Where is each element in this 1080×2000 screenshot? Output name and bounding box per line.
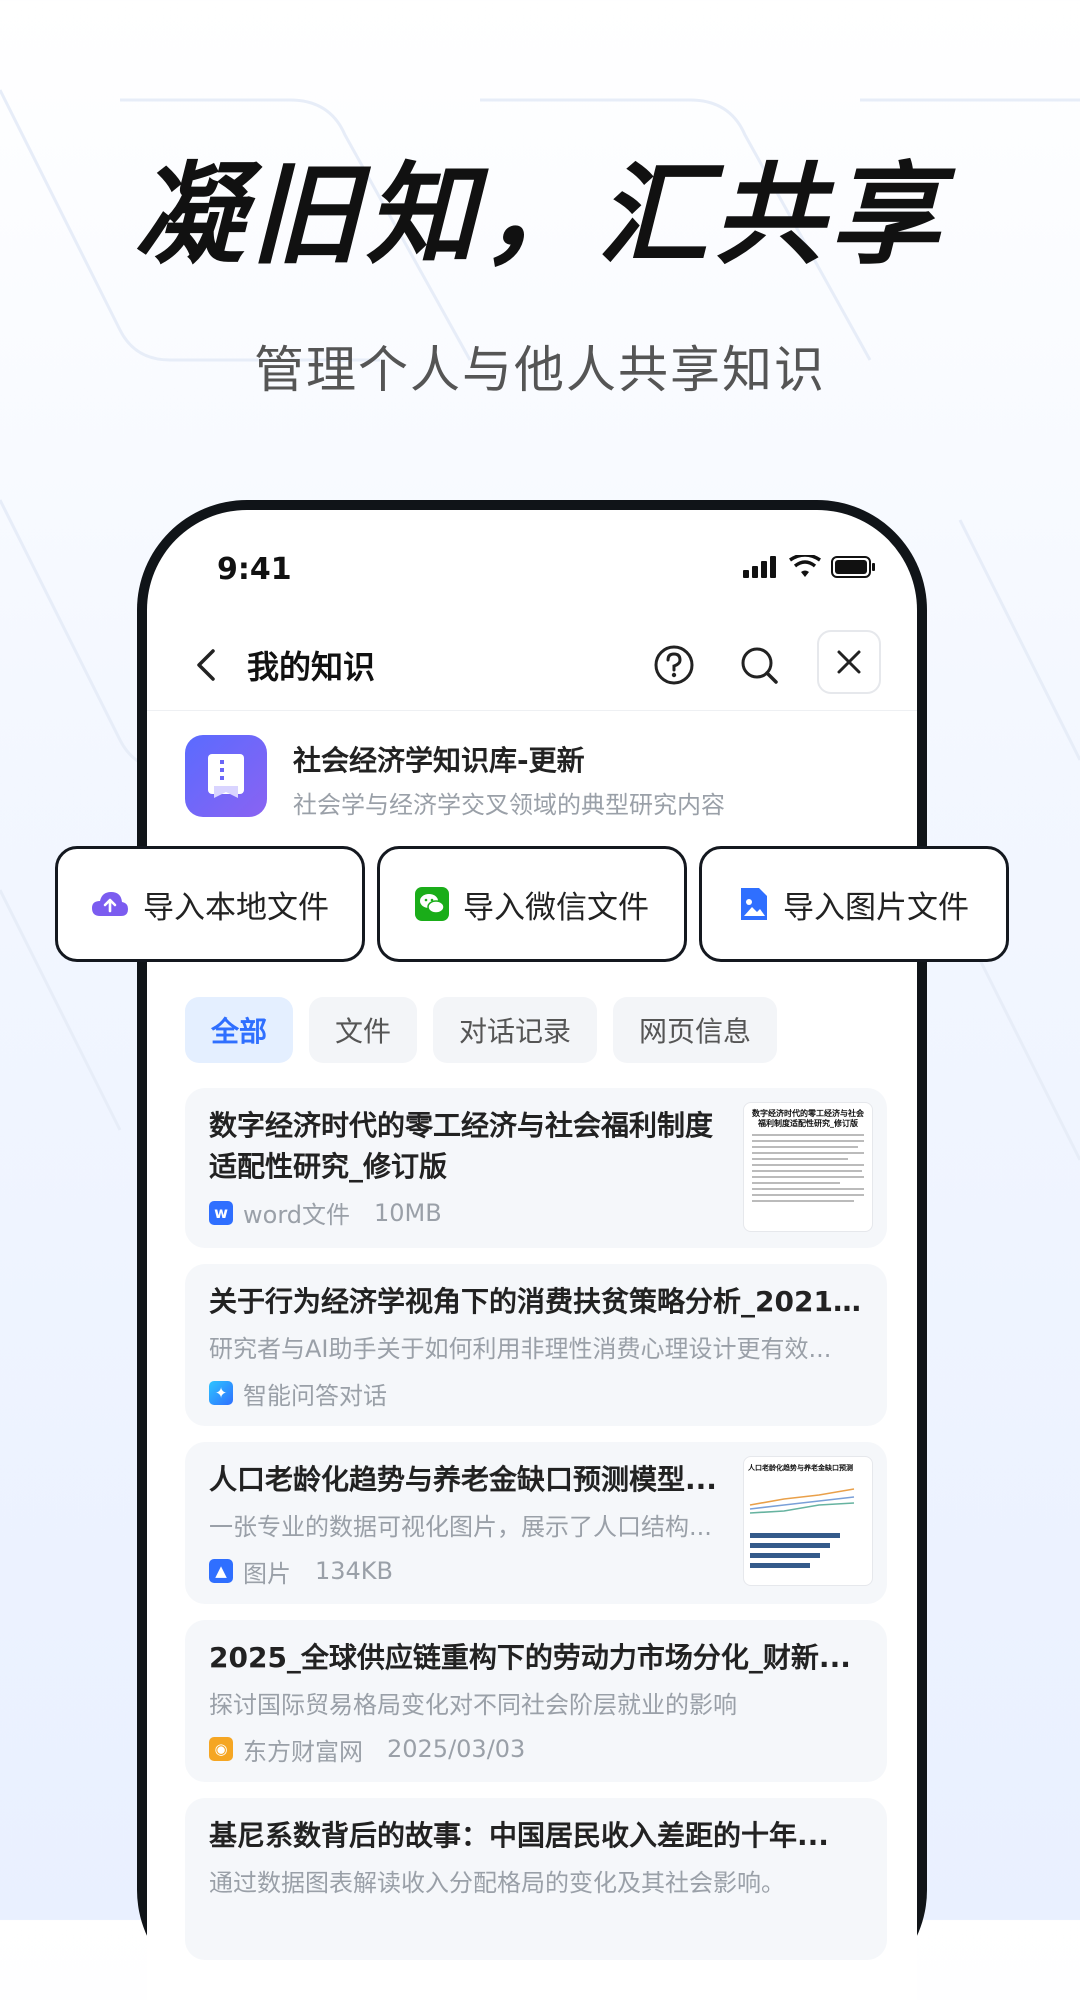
phone-frame: 9:41 我的知识 社会经济学知识库-更新 社会学与经济学交叉领域的典型研究内容… [137, 500, 927, 2000]
thumbnail-title: 人口老龄化趋势与养老金缺口预测 [748, 1464, 853, 1472]
status-time: 9:41 [217, 552, 292, 587]
status-icons [743, 555, 877, 579]
item-title: 数字经济时代的零工经济与社会福利制度适配性研究_修订版 [209, 1109, 714, 1183]
headline: 凝旧知，汇共享 [134, 151, 946, 279]
item-description: 通过数据图表解读收入分配格局的变化及其社会影响。 [209, 1868, 785, 1897]
close-icon [837, 650, 861, 674]
filter-all[interactable]: 全部 [185, 997, 294, 1063]
thumbnail-title: 数字经济时代的零工经济与社会福利制度适配性研究_修订版 [752, 1109, 864, 1128]
item-description: 一张专业的数据可视化图片，展示了人口结构... [209, 1512, 712, 1541]
back-icon[interactable] [187, 645, 227, 685]
battery-icon [831, 556, 875, 578]
word-file-icon: w [209, 1200, 233, 1225]
item-type: word文件 [243, 1201, 350, 1230]
news-source-icon: ◉ [209, 1737, 233, 1762]
thumbnail-text-lines [752, 1134, 864, 1203]
item-type: 智能问答对话 [243, 1381, 387, 1410]
filter-tabs: 全部 文件 对话记录 网页信息 [185, 997, 778, 1063]
item-title: 关于行为经济学视角下的消费扶贫策略分析_2021... [209, 1285, 863, 1318]
item-meta: ◉ 东方财富网 2025/03/03 [209, 1732, 863, 1767]
import-image-file-button[interactable]: 导入图片文件 [699, 846, 1009, 962]
filter-chat-records[interactable]: 对话记录 [433, 997, 598, 1063]
book-icon [185, 735, 267, 817]
search-icon[interactable] [737, 643, 781, 687]
item-description: 研究者与AI助手关于如何利用非理性消费心理设计更有效... [209, 1334, 832, 1363]
list-item[interactable]: 关于行为经济学视角下的消费扶贫策略分析_2021... 研究者与AI助手关于如何… [185, 1264, 887, 1426]
document-thumbnail: 数字经济时代的零工经济与社会福利制度适配性研究_修订版 [743, 1102, 873, 1232]
help-icon[interactable] [652, 643, 696, 687]
image-icon: ▲ [209, 1559, 233, 1584]
cloud-upload-icon [92, 892, 128, 916]
item-source: 东方财富网 [243, 1737, 363, 1766]
knowledge-base-title: 社会经济学知识库-更新 [293, 744, 585, 777]
item-title: 2025_全球供应链重构下的劳动力市场分化_财新... [209, 1641, 851, 1674]
list-item[interactable]: 基尼系数背后的故事：中国居民收入差距的十年... 通过数据图表解读收入分配格局的… [185, 1798, 887, 1960]
status-bar: 9:41 [147, 510, 917, 620]
filter-web-info[interactable]: 网页信息 [613, 997, 778, 1063]
list-item[interactable]: 2025_全球供应链重构下的劳动力市场分化_财新... 探讨国际贸易格局变化对不… [185, 1620, 887, 1782]
list-item[interactable]: 人口老龄化趋势与养老金缺口预测模型... 一张专业的数据可视化图片，展示了人口结… [185, 1442, 887, 1604]
knowledge-list: 数字经济时代的零工经济与社会福利制度适配性研究_修订版 w word文件 10M… [185, 1088, 887, 1976]
phone-screen: 9:41 我的知识 社会经济学知识库-更新 社会学与经济学交叉领域的典型研究内容… [147, 510, 917, 2000]
knowledge-base-header[interactable]: 社会经济学知识库-更新 社会学与经济学交叉领域的典型研究内容 [185, 735, 887, 825]
wechat-icon [415, 887, 449, 921]
import-buttons: 导入本地文件 导入微信文件 导入图片文件 [55, 846, 1009, 962]
item-meta: ✦ 智能问答对话 [209, 1376, 863, 1411]
item-size: 10MB [374, 1198, 442, 1227]
page-title: 我的知识 [247, 648, 376, 686]
import-local-file-button[interactable]: 导入本地文件 [55, 846, 365, 962]
item-size: 134KB [315, 1557, 394, 1586]
image-file-icon [741, 888, 767, 920]
item-date: 2025/03/03 [387, 1735, 526, 1764]
close-button[interactable] [817, 630, 881, 694]
import-image-file-label: 导入图片文件 [783, 889, 969, 926]
signal-icon [743, 556, 776, 578]
import-wechat-file-button[interactable]: 导入微信文件 [377, 846, 687, 962]
wifi-icon [789, 555, 821, 577]
import-local-file-label: 导入本地文件 [143, 889, 329, 926]
chart-thumbnail: 人口老龄化趋势与养老金缺口预测 [743, 1456, 873, 1586]
import-wechat-file-label: 导入微信文件 [463, 889, 649, 926]
ai-chat-icon: ✦ [209, 1381, 233, 1406]
item-description: 探讨国际贸易格局变化对不同社会阶层就业的影响 [209, 1690, 737, 1719]
nav-bar: 我的知识 [147, 620, 917, 711]
item-title: 基尼系数背后的故事：中国居民收入差距的十年... [209, 1819, 829, 1852]
knowledge-base-description: 社会学与经济学交叉领域的典型研究内容 [293, 791, 725, 819]
list-item[interactable]: 数字经济时代的零工经济与社会福利制度适配性研究_修订版 w word文件 10M… [185, 1088, 887, 1248]
item-title: 人口老龄化趋势与养老金缺口预测模型... [209, 1463, 717, 1496]
item-type: 图片 [243, 1559, 291, 1588]
thumbnail-chart [749, 1488, 855, 1568]
subheadline: 管理个人与他人共享知识 [254, 341, 826, 399]
filter-files[interactable]: 文件 [309, 997, 418, 1063]
